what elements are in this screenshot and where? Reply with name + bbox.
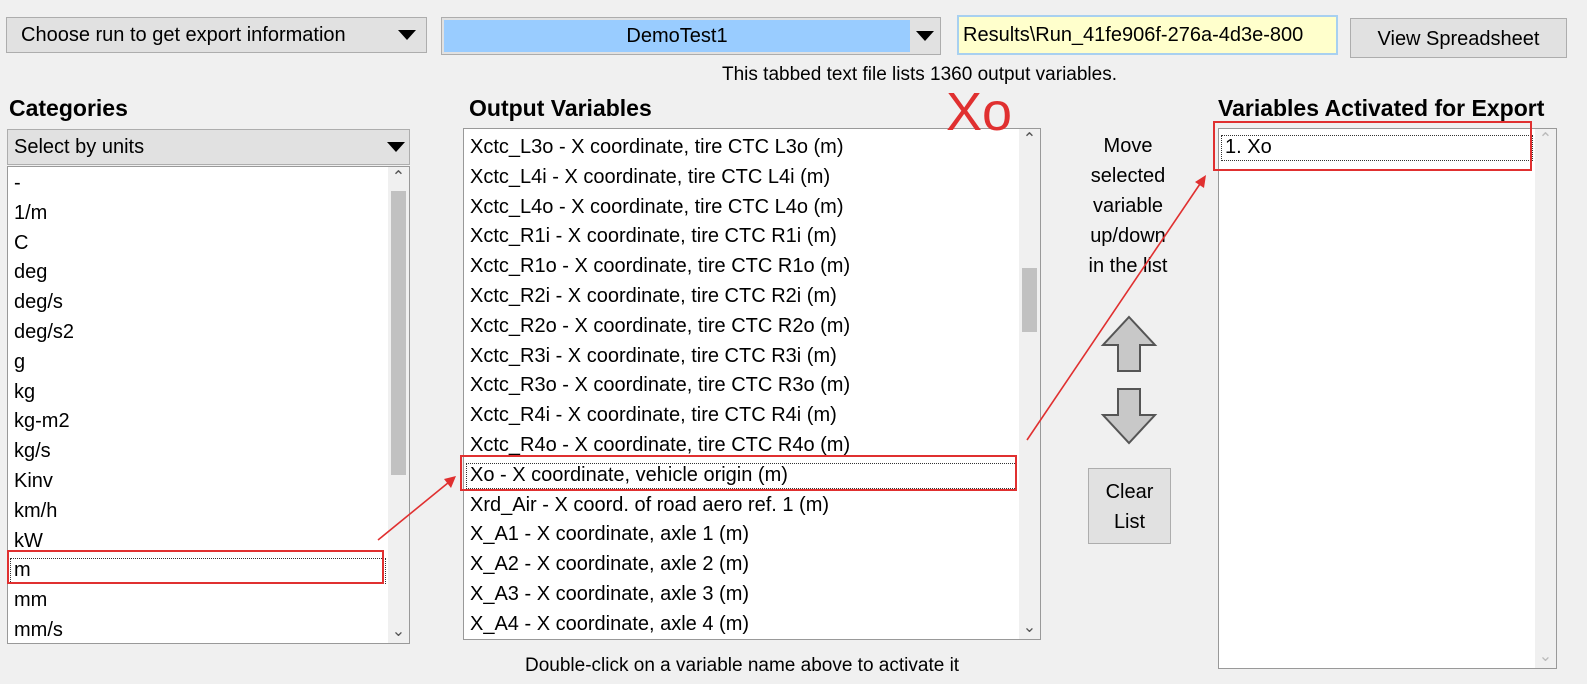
- clear-list-button[interactable]: Clear List: [1088, 468, 1171, 544]
- view-spreadsheet-label: View Spreadsheet: [1377, 28, 1540, 50]
- activated-variables-heading: Variables Activated for Export: [1218, 95, 1545, 121]
- activated-variables-list[interactable]: 1. Xo ⌃ ⌄: [1218, 128, 1557, 669]
- scroll-up-icon[interactable]: ⌃: [1019, 129, 1040, 151]
- run-select-label: Choose run to get export information: [21, 24, 346, 46]
- category-item[interactable]: km/h: [8, 497, 388, 527]
- move-instruction-line: selected: [1090, 165, 1166, 187]
- categories-scroll-thumb[interactable]: [391, 191, 406, 475]
- output-variable-item[interactable]: Xctc_L3o - X coordinate, tire CTC L3o (m…: [464, 133, 1019, 163]
- scroll-down-icon[interactable]: ⌄: [388, 621, 409, 643]
- chevron-down-icon: [916, 31, 934, 41]
- results-path-text: Results\Run_41fe906f-276a-4d3e-800: [963, 24, 1304, 46]
- output-variable-item[interactable]: Xctc_R3o - X coordinate, tire CTC R3o (m…: [464, 371, 1019, 401]
- category-item[interactable]: kg-m2: [8, 407, 388, 437]
- output-count-info: This tabbed text file lists 1360 output …: [722, 64, 1118, 85]
- category-units-dropdown[interactable]: Select by units: [7, 129, 410, 165]
- down-arrow-icon[interactable]: [1100, 386, 1158, 446]
- output-variable-item[interactable]: X_A2 - X coordinate, axle 2 (m): [464, 550, 1019, 580]
- output-variable-item[interactable]: Xctc_R2i - X coordinate, tire CTC R2i (m…: [464, 282, 1019, 312]
- chevron-down-icon: [398, 30, 416, 40]
- chevron-down-icon: [387, 142, 405, 152]
- up-arrow-icon[interactable]: [1100, 314, 1158, 374]
- output-variable-item[interactable]: Xctc_L4o - X coordinate, tire CTC L4o (m…: [464, 193, 1019, 223]
- scroll-up-icon[interactable]: ⌃: [388, 167, 409, 189]
- move-instruction-line: Move: [1103, 135, 1153, 157]
- output-variable-item[interactable]: Xctc_R1o - X coordinate, tire CTC R1o (m…: [464, 252, 1019, 282]
- run-name-dropdown[interactable]: DemoTest1: [441, 17, 941, 55]
- category-item[interactable]: mm: [8, 586, 388, 616]
- category-highlight-box: [7, 550, 384, 584]
- output-variable-item[interactable]: X_A4 - X coordinate, axle 4 (m): [464, 610, 1019, 639]
- output-variable-item[interactable]: Xctc_R2o - X coordinate, tire CTC R2o (m…: [464, 312, 1019, 342]
- results-path-field[interactable]: Results\Run_41fe906f-276a-4d3e-800: [957, 15, 1338, 55]
- output-variable-item[interactable]: X_A3 - X coordinate, axle 3 (m): [464, 580, 1019, 610]
- move-instruction-line: variable: [1092, 195, 1164, 217]
- output-variable-item[interactable]: Xctc_R3i - X coordinate, tire CTC R3i (m…: [464, 342, 1019, 372]
- categories-heading: Categories: [9, 95, 128, 121]
- footer-instructions: Double-click on a variable name above to…: [525, 655, 960, 676]
- category-item[interactable]: g: [8, 348, 388, 378]
- category-item[interactable]: deg: [8, 258, 388, 288]
- output-variables-scroll-thumb[interactable]: [1022, 268, 1037, 332]
- output-variable-item[interactable]: Xctc_R1i - X coordinate, tire CTC R1i (m…: [464, 222, 1019, 252]
- category-item[interactable]: deg/s2: [8, 318, 388, 348]
- category-item[interactable]: Kinv: [8, 467, 388, 497]
- category-item[interactable]: mm/s: [8, 616, 388, 643]
- output-variables-heading: Output Variables: [469, 95, 652, 121]
- clear-list-label-line1: Clear: [1105, 481, 1154, 503]
- activated-highlight-box: [1213, 121, 1532, 171]
- category-item[interactable]: kg: [8, 378, 388, 408]
- categories-scrollbar[interactable]: ⌃ ⌄: [388, 167, 409, 643]
- output-variables-rows: Xctc_L3o - X coordinate, tire CTC L3o (m…: [464, 133, 1019, 639]
- scroll-down-icon[interactable]: ⌄: [1019, 617, 1040, 639]
- activated-variables-scrollbar[interactable]: ⌃ ⌄: [1535, 129, 1556, 668]
- output-variable-item[interactable]: Xrd_Air - X coord. of road aero ref. 1 (…: [464, 491, 1019, 521]
- output-variables-list[interactable]: Xctc_L3o - X coordinate, tire CTC L3o (m…: [463, 128, 1041, 640]
- category-item[interactable]: deg/s: [8, 288, 388, 318]
- move-instruction-line: in the list: [1088, 255, 1168, 277]
- output-highlight-box: [460, 455, 1017, 491]
- category-item[interactable]: 1/m: [8, 199, 388, 229]
- category-item[interactable]: kg/s: [8, 437, 388, 467]
- scroll-down-icon[interactable]: ⌄: [1535, 646, 1556, 668]
- output-variable-item[interactable]: Xctc_R4i - X coordinate, tire CTC R4i (m…: [464, 401, 1019, 431]
- clear-list-label-line2: List: [1113, 511, 1146, 533]
- category-units-label: Select by units: [14, 136, 145, 158]
- output-variable-item[interactable]: X_A1 - X coordinate, axle 1 (m): [464, 520, 1019, 550]
- category-item[interactable]: C: [8, 229, 388, 259]
- run-name-field: DemoTest1: [444, 20, 910, 52]
- output-variable-item[interactable]: Xctc_L4i - X coordinate, tire CTC L4i (m…: [464, 163, 1019, 193]
- run-select-dropdown[interactable]: Choose run to get export information: [6, 17, 427, 53]
- move-instruction-line: up/down: [1090, 225, 1166, 247]
- arrowhead-icon: [444, 476, 456, 488]
- output-variables-scrollbar[interactable]: ⌃ ⌄: [1019, 129, 1040, 639]
- arrowhead-icon: [1195, 175, 1206, 188]
- scroll-up-icon[interactable]: ⌃: [1535, 129, 1556, 151]
- run-name-text: DemoTest1: [626, 25, 728, 47]
- move-instructions: Move selected variable up/down in the list: [1078, 131, 1178, 281]
- category-item[interactable]: -: [8, 169, 388, 199]
- view-spreadsheet-button[interactable]: View Spreadsheet: [1350, 18, 1567, 58]
- annotation-label: Xo: [946, 82, 1013, 142]
